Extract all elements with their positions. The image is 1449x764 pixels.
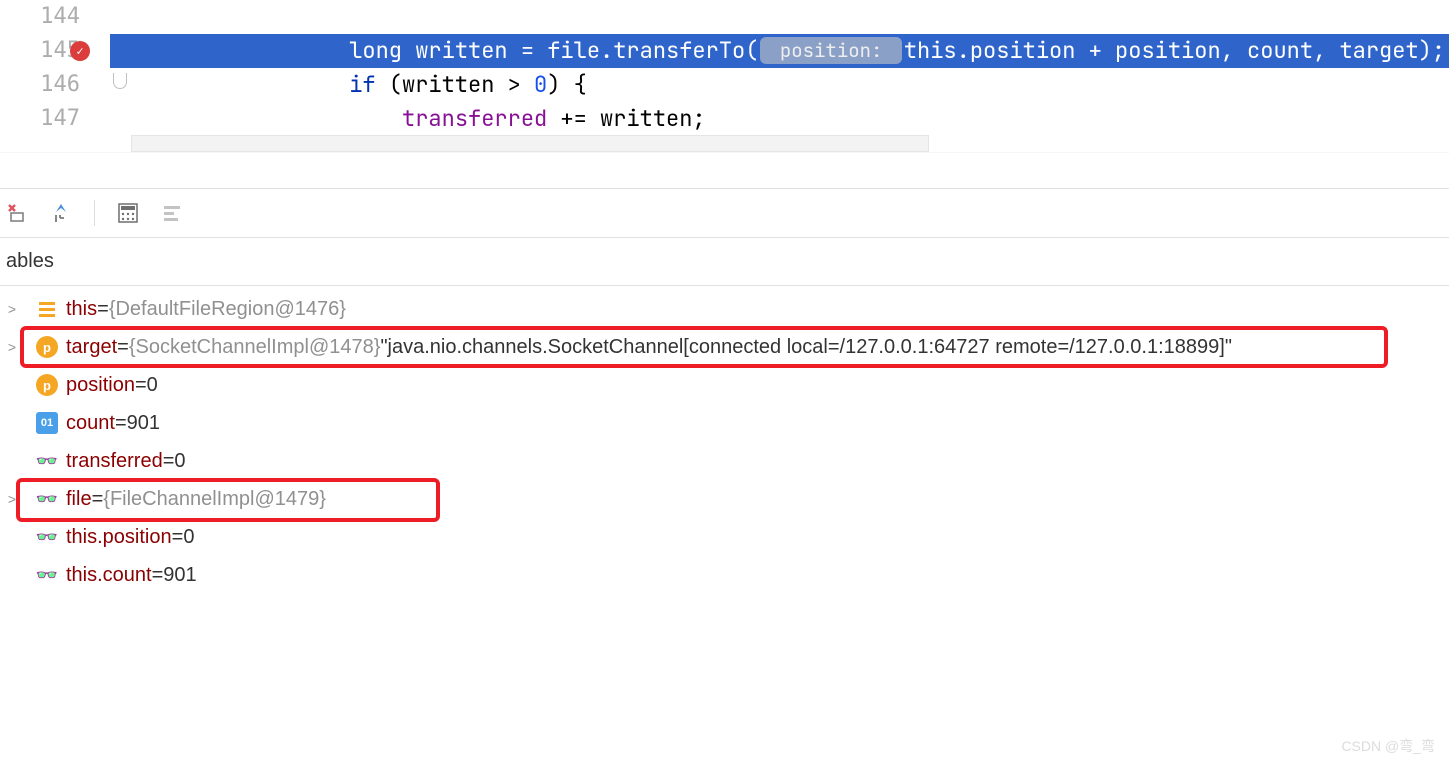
watch-icon: 👓 (36, 450, 58, 472)
code-line-146[interactable]: 146 if (written > 0) { (0, 68, 1449, 102)
variable-name: transferred (66, 450, 163, 473)
variable-row[interactable]: 👓 transferred = 0 (0, 442, 1449, 480)
toolbar-divider (94, 200, 95, 226)
expand-icon[interactable]: > (2, 301, 22, 317)
annotation-box-file (16, 478, 440, 522)
equals: = (135, 374, 147, 397)
line-number: 146 (0, 68, 110, 102)
watch-icon: 👓 (36, 526, 58, 548)
code-text[interactable]: if (written > 0) { (132, 68, 1449, 102)
fold-gutter (110, 0, 132, 34)
debug-toolbar (0, 188, 1449, 238)
equals: = (115, 412, 127, 435)
variable-name: count (66, 412, 115, 435)
line-number: 144 (0, 0, 110, 34)
variable-name: this.position (66, 526, 172, 549)
breakpoint-check-icon[interactable] (70, 41, 90, 61)
line-number: 145 (0, 34, 110, 68)
param-icon: p (36, 374, 58, 396)
variable-value: 0 (147, 374, 158, 397)
fold-gutter (110, 34, 132, 68)
settings-icon[interactable] (161, 202, 183, 224)
variable-name: this (66, 298, 97, 321)
code-line-147[interactable]: 147 transferred += written; (0, 101, 1449, 135)
gap (0, 153, 1449, 188)
scrollbar-thumb[interactable] (131, 135, 929, 152)
expand-icon[interactable]: > (2, 339, 22, 355)
code-line-145-breakpoint[interactable]: 145 long written = file.transferTo( posi… (0, 34, 1449, 68)
variable-value: 901 (163, 564, 196, 587)
variables-panel-header: ables (0, 238, 1449, 286)
variable-name: this.count (66, 564, 152, 587)
code-line-144[interactable]: 144 (0, 0, 1449, 34)
variable-type: {DefaultFileRegion@1476} (109, 298, 346, 321)
variable-name: position (66, 374, 135, 397)
watermark: CSDN @弯_弯 (1341, 736, 1435, 756)
fold-indicator-icon[interactable] (113, 73, 127, 89)
remove-watch-icon[interactable] (6, 202, 28, 224)
horizontal-scrollbar[interactable] (0, 135, 1449, 153)
variable-value: 0 (183, 526, 194, 549)
equals: = (172, 526, 184, 549)
variable-value: 0 (174, 450, 185, 473)
fold-gutter (110, 101, 132, 135)
variable-row[interactable]: p position = 0 (0, 366, 1449, 404)
variable-row[interactable]: 👓 this.count = 901 (0, 556, 1449, 594)
fold-gutter[interactable] (110, 68, 132, 102)
equals: = (97, 298, 109, 321)
this-icon (36, 298, 58, 320)
equals: = (163, 450, 175, 473)
watch-icon: 👓 (36, 564, 58, 586)
new-watch-icon[interactable] (50, 202, 72, 224)
calculator-icon[interactable] (117, 202, 139, 224)
equals: = (152, 564, 164, 587)
variable-row[interactable]: 01 count = 901 (0, 404, 1449, 442)
annotation-box-target (20, 326, 1388, 368)
code-text[interactable]: transferred += written; (132, 101, 1449, 135)
primitive-icon: 01 (36, 412, 58, 434)
variable-row[interactable]: > this = {DefaultFileRegion@1476} (0, 290, 1449, 328)
variable-value: 901 (127, 412, 160, 435)
code-editor[interactable]: 144 145 long written = file.transferTo( … (0, 0, 1449, 135)
param-hint: position: (760, 37, 901, 64)
line-number: 147 (0, 101, 110, 135)
code-text[interactable] (132, 0, 1449, 34)
variable-row[interactable]: 👓 this.position = 0 (0, 518, 1449, 556)
code-text[interactable]: long written = file.transferTo( position… (132, 34, 1449, 68)
